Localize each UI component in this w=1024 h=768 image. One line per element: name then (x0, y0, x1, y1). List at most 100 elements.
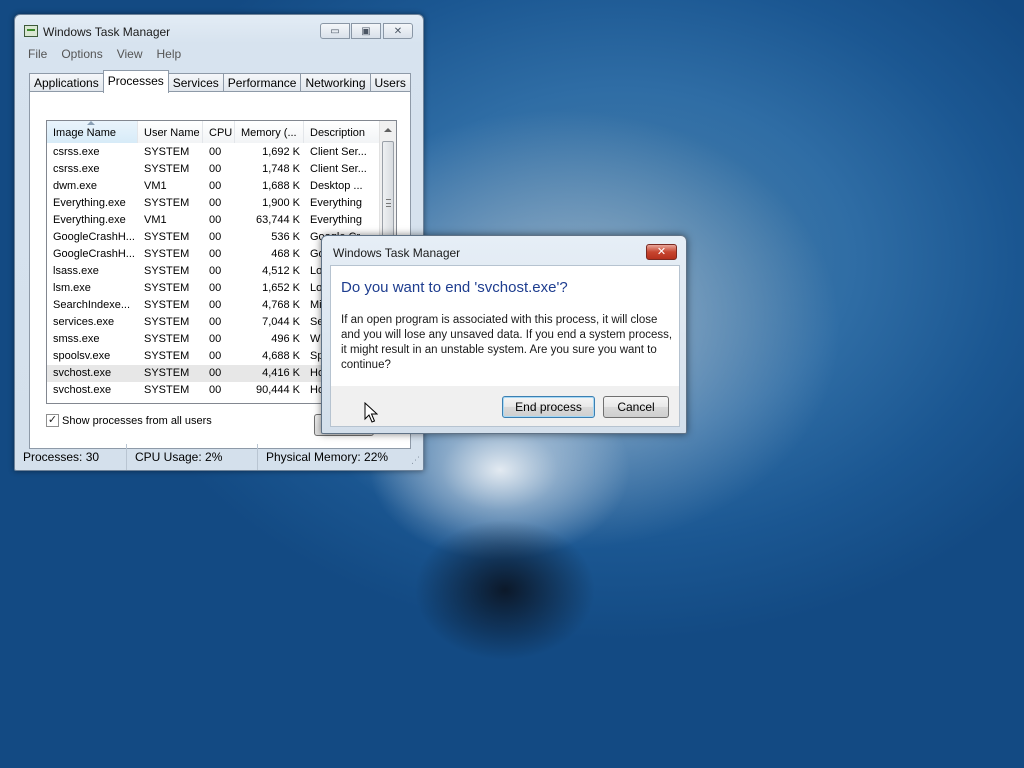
memory-cell: 1,748 K (262, 163, 300, 175)
image-name-cell: GoogleCrashH... (53, 231, 135, 243)
grip-icon (386, 199, 391, 207)
memory-cell: 536 K (271, 231, 300, 243)
status-cpu-usage: CPU Usage: 2% (127, 444, 258, 470)
memory-cell: 4,512 K (262, 265, 300, 277)
window-title: Windows Task Manager (43, 25, 171, 39)
dialog-footer: End process Cancel (330, 386, 680, 427)
image-name-cell: Everything.exe (53, 214, 126, 226)
dialog-close-button[interactable]: ✕ (646, 244, 677, 260)
scroll-up-icon[interactable] (384, 128, 392, 132)
cpu-cell: 00 (209, 248, 222, 260)
close-button[interactable]: ✕ (383, 23, 413, 39)
tab-processes[interactable]: Processes (102, 70, 169, 93)
show-all-processes[interactable]: ✓ Show processes from all users (46, 414, 212, 427)
user-name-cell: SYSTEM (144, 231, 190, 243)
cpu-cell: 00 (209, 367, 222, 379)
user-name-cell: SYSTEM (144, 146, 190, 158)
dialog-message: If an open program is associated with th… (341, 314, 673, 371)
user-name-cell: SYSTEM (144, 333, 190, 345)
user-name-cell: SYSTEM (144, 299, 190, 311)
tab-users[interactable]: Users (369, 73, 411, 92)
maximize-icon: ▣ (361, 25, 371, 37)
minimize-button[interactable]: ▭ (320, 23, 350, 39)
image-name-cell: smss.exe (53, 333, 100, 345)
image-name-cell: csrss.exe (53, 146, 100, 158)
image-name-cell: lsm.exe (53, 282, 91, 294)
column-image-name[interactable]: Image Name (47, 121, 138, 143)
dialog-title: Windows Task Manager (333, 246, 461, 260)
show-all-checkbox[interactable]: ✓ (46, 414, 59, 427)
description-cell: Desktop ... (310, 180, 363, 192)
cpu-cell: 00 (209, 146, 222, 158)
cpu-cell: 00 (209, 350, 222, 362)
memory-cell: 468 K (271, 248, 300, 260)
user-name-cell: SYSTEM (144, 265, 190, 277)
image-name-cell: csrss.exe (53, 163, 100, 175)
sort-up-icon (87, 121, 95, 125)
tab-performance[interactable]: Performance (222, 73, 302, 92)
mouse-cursor-icon (364, 402, 378, 423)
resize-grip-icon[interactable]: ⋰ (411, 455, 420, 466)
user-name-cell: SYSTEM (144, 248, 190, 260)
image-name-cell: SearchIndexe... (53, 299, 131, 311)
close-icon: ✕ (393, 25, 403, 37)
tab-applications[interactable]: Applications (29, 73, 104, 92)
table-row[interactable]: csrss.exe SYSTEM 00 1,748 K Client Ser... (47, 161, 380, 178)
column-label: Image Name (53, 127, 116, 139)
table-row[interactable]: csrss.exe SYSTEM 00 1,692 K Client Ser... (47, 144, 380, 161)
user-name-cell: SYSTEM (144, 367, 190, 379)
menu-bar: File Options View Help (21, 46, 188, 64)
description-cell: Everything (310, 214, 362, 226)
memory-cell: 7,044 K (262, 316, 300, 328)
tab-strip: Applications Processes Services Performa… (29, 70, 411, 93)
image-name-cell: svchost.exe (53, 367, 112, 379)
user-name-cell: VM1 (144, 180, 167, 192)
cpu-cell: 00 (209, 214, 222, 226)
user-name-cell: SYSTEM (144, 350, 190, 362)
image-name-cell: dwm.exe (53, 180, 98, 192)
user-name-cell: SYSTEM (144, 163, 190, 175)
image-name-cell: spoolsv.exe (53, 350, 111, 362)
menu-options[interactable]: Options (54, 46, 109, 64)
status-processes: Processes: 30 (15, 444, 127, 470)
description-cell: Client Ser... (310, 163, 367, 175)
cpu-cell: 00 (209, 333, 222, 345)
memory-cell: 4,416 K (262, 367, 300, 379)
memory-cell: 1,900 K (262, 197, 300, 209)
column-user-name[interactable]: User Name (138, 121, 203, 143)
cpu-cell: 00 (209, 282, 222, 294)
close-icon: ✕ (656, 246, 667, 258)
memory-cell: 1,652 K (262, 282, 300, 294)
status-bar: Processes: 30 CPU Usage: 2% Physical Mem… (15, 444, 423, 470)
column-description[interactable]: Description (304, 121, 380, 143)
description-cell: Client Ser... (310, 146, 367, 158)
tab-services[interactable]: Services (167, 73, 224, 92)
menu-help[interactable]: Help (150, 46, 189, 64)
image-name-cell: services.exe (53, 316, 115, 328)
user-name-cell: SYSTEM (144, 282, 190, 294)
minimize-icon: ▭ (330, 25, 340, 37)
cancel-button[interactable]: Cancel (603, 396, 669, 418)
menu-file[interactable]: File (21, 46, 54, 64)
maximize-button[interactable]: ▣ (351, 23, 381, 39)
column-cpu[interactable]: CPU (203, 121, 235, 143)
title-bar[interactable]: Windows Task Manager ▭ ▣ ✕ (15, 15, 423, 45)
table-row[interactable]: dwm.exe VM1 00 1,688 K Desktop ... (47, 178, 380, 195)
image-name-cell: svchost.exe (53, 384, 112, 396)
menu-view[interactable]: View (110, 46, 150, 64)
user-name-cell: SYSTEM (144, 197, 190, 209)
task-manager-icon (24, 25, 38, 37)
memory-cell: 4,768 K (262, 299, 300, 311)
cpu-cell: 00 (209, 299, 222, 311)
user-name-cell: SYSTEM (144, 316, 190, 328)
table-row[interactable]: Everything.exe VM1 00 63,744 K Everything (47, 212, 380, 229)
cpu-cell: 00 (209, 316, 222, 328)
end-process-confirm-button[interactable]: End process (502, 396, 595, 418)
column-memory[interactable]: Memory (... (235, 121, 304, 143)
tab-networking[interactable]: Networking (300, 73, 371, 92)
table-row[interactable]: Everything.exe SYSTEM 00 1,900 K Everything (47, 195, 380, 212)
image-name-cell: lsass.exe (53, 265, 99, 277)
cpu-cell: 00 (209, 180, 222, 192)
description-cell: Everything (310, 197, 362, 209)
memory-cell: 496 K (271, 333, 300, 345)
